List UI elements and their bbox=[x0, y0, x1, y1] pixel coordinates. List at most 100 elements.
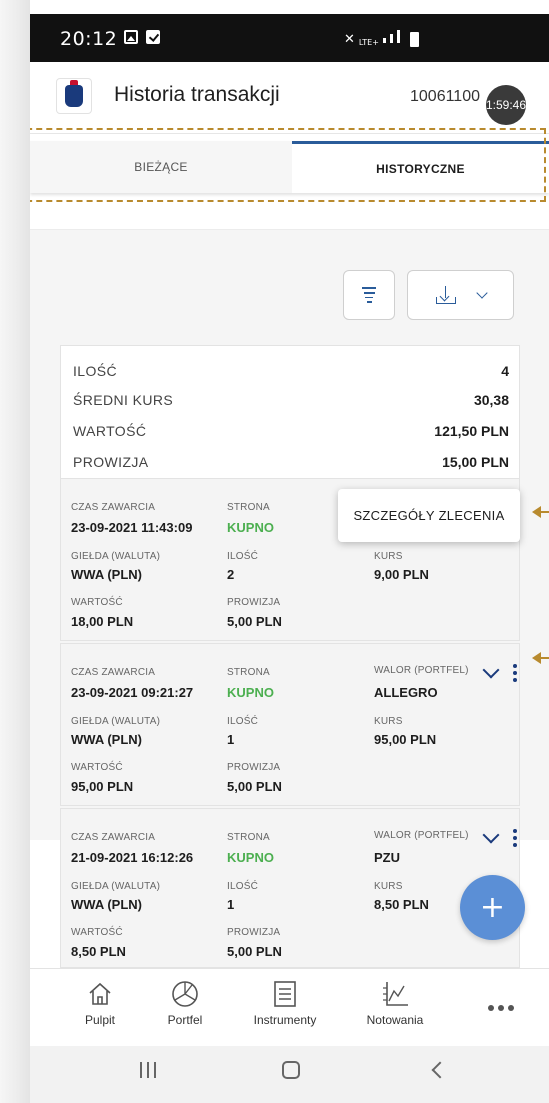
battery-icon bbox=[410, 32, 420, 47]
nav-label: Notowania bbox=[366, 1013, 424, 1027]
tab-bar: BIEŻĄCE HISTORYCZNE bbox=[30, 141, 549, 193]
label-exchange: GIEŁDA (WALUTA) bbox=[71, 551, 161, 562]
export-button[interactable] bbox=[407, 270, 514, 320]
transaction-quantity: 1 bbox=[227, 732, 235, 747]
download-icon bbox=[435, 286, 456, 304]
label-exchange: GIEŁDA (WALUTA) bbox=[71, 881, 161, 892]
more-options-icon[interactable] bbox=[513, 664, 517, 685]
label-side: STRONA bbox=[227, 667, 270, 678]
transaction-quantity: 1 bbox=[227, 897, 235, 912]
summary-row: ŚREDNI KURS 30,38 bbox=[73, 392, 509, 414]
nav-item-portfel[interactable]: Portfel bbox=[150, 969, 220, 1047]
summary-value: 4 bbox=[501, 363, 509, 379]
bottom-navigation: Pulpit Portfel Instrumenty Notowania bbox=[30, 968, 549, 1046]
transaction-time: 23-09-2021 11:43:09 bbox=[71, 520, 193, 535]
label-quantity: ILOŚĆ bbox=[227, 881, 259, 892]
nav-label: Portfel bbox=[167, 1013, 203, 1027]
summary-label: ILOŚĆ bbox=[73, 363, 118, 379]
label-commission: PROWIZJA bbox=[227, 597, 281, 608]
nav-item-pulpit[interactable]: Pulpit bbox=[70, 969, 130, 1047]
pie-chart-icon bbox=[172, 981, 198, 1007]
home-icon bbox=[89, 982, 111, 1005]
summary-value: 15,00 PLN bbox=[442, 454, 509, 470]
back-icon[interactable] bbox=[431, 1061, 449, 1079]
transaction-card[interactable]: CZAS ZAWARCIA 23-09-2021 09:21:27 STRONA… bbox=[60, 643, 520, 806]
transaction-time: 21-09-2021 16:12:26 bbox=[71, 850, 194, 865]
transaction-asset: PZU bbox=[374, 850, 400, 865]
recents-icon[interactable] bbox=[140, 1062, 156, 1078]
summary-panel: ILOŚĆ 4 ŚREDNI KURS 30,38 WARTOŚĆ 121,50… bbox=[60, 345, 520, 478]
more-options-icon[interactable] bbox=[513, 829, 517, 850]
status-time: 20:12 bbox=[60, 28, 118, 50]
transaction-price: 8,50 PLN bbox=[374, 897, 429, 912]
transaction-value: 8,50 PLN bbox=[71, 944, 126, 959]
network-type: LTE+ bbox=[358, 38, 379, 47]
app-bar: Historia transakcji 10061100 1:59:46 bbox=[30, 62, 549, 134]
label-price: KURS bbox=[374, 551, 403, 562]
signal-icon bbox=[382, 30, 401, 47]
summary-label: PROWIZJA bbox=[73, 454, 149, 470]
transaction-card[interactable]: CZAS ZAWARCIA 21-09-2021 16:12:26 STRONA… bbox=[60, 808, 520, 968]
filter-icon bbox=[362, 284, 376, 305]
mute-icon: ✕ bbox=[344, 32, 355, 47]
summary-value: 121,50 PLN bbox=[434, 423, 509, 439]
status-bar: 20:12 ✕ LTE+ bbox=[30, 0, 549, 62]
label-quantity: ILOŚĆ bbox=[227, 716, 259, 727]
transaction-price: 95,00 PLN bbox=[374, 732, 437, 747]
nav-item-notowania[interactable]: Notowania bbox=[350, 969, 440, 1047]
tab-current[interactable]: BIEŻĄCE bbox=[30, 141, 292, 193]
annotation-arrow-icon bbox=[532, 652, 549, 664]
tab-historical[interactable]: HISTORYCZNE bbox=[292, 141, 549, 193]
label-price: KURS bbox=[374, 716, 403, 727]
label-time: CZAS ZAWARCIA bbox=[71, 832, 156, 843]
transaction-side: KUPNO bbox=[227, 520, 274, 535]
summary-label: ŚREDNI KURS bbox=[73, 392, 174, 408]
chevron-down-icon[interactable] bbox=[482, 661, 500, 679]
image-notification-icon bbox=[124, 30, 138, 44]
page-title: Historia transakcji bbox=[114, 83, 280, 106]
label-side: STRONA bbox=[227, 832, 270, 843]
label-value: WARTOŚĆ bbox=[71, 762, 123, 773]
nav-label: Instrumenty bbox=[253, 1013, 317, 1027]
summary-label: WARTOŚĆ bbox=[73, 423, 147, 439]
transaction-exchange: WWA (PLN) bbox=[71, 897, 142, 912]
account-number[interactable]: 10061100 bbox=[410, 88, 480, 106]
label-side: STRONA bbox=[227, 502, 270, 513]
transaction-commission: 5,00 PLN bbox=[227, 944, 282, 959]
label-value: WARTOŚĆ bbox=[71, 597, 123, 608]
transaction-value: 18,00 PLN bbox=[71, 614, 134, 629]
check-notification-icon bbox=[146, 30, 160, 44]
filter-button[interactable] bbox=[343, 270, 395, 320]
system-navigation-bar bbox=[30, 1046, 549, 1103]
summary-row: ILOŚĆ 4 bbox=[73, 363, 509, 385]
more-dots-icon[interactable] bbox=[488, 1005, 514, 1011]
transaction-exchange: WWA (PLN) bbox=[71, 567, 142, 582]
transaction-quantity: 2 bbox=[227, 567, 235, 582]
home-button-icon[interactable] bbox=[282, 1061, 300, 1079]
status-indicators: ✕ LTE+ bbox=[344, 30, 420, 47]
transaction-commission: 5,00 PLN bbox=[227, 779, 282, 794]
label-asset: WALOR (PORTFEL) bbox=[374, 665, 469, 676]
label-price: KURS bbox=[374, 881, 403, 892]
label-exchange: GIEŁDA (WALUTA) bbox=[71, 716, 161, 727]
session-timer[interactable]: 1:59:46 bbox=[486, 85, 526, 125]
transaction-side: KUPNO bbox=[227, 685, 274, 700]
add-fab-button[interactable]: + bbox=[460, 875, 525, 940]
label-commission: PROWIZJA bbox=[227, 762, 281, 773]
device-bezel-left bbox=[0, 0, 30, 1103]
summary-row: PROWIZJA 15,00 PLN bbox=[73, 454, 509, 476]
order-details-menu-item[interactable]: SZCZEGÓŁY ZLECENIA bbox=[338, 489, 520, 542]
transaction-time: 23-09-2021 09:21:27 bbox=[71, 685, 194, 700]
transaction-asset: ALLEGRO bbox=[374, 685, 438, 700]
label-commission: PROWIZJA bbox=[227, 927, 281, 938]
summary-row: WARTOŚĆ 121,50 PLN bbox=[73, 423, 509, 445]
bank-logo-icon[interactable] bbox=[56, 78, 92, 114]
line-chart-icon bbox=[383, 982, 408, 1006]
label-quantity: ILOŚĆ bbox=[227, 551, 259, 562]
chevron-down-icon[interactable] bbox=[482, 826, 500, 844]
nav-item-instrumenty[interactable]: Instrumenty bbox=[235, 969, 335, 1047]
label-asset: WALOR (PORTFEL) bbox=[374, 830, 469, 841]
transaction-commission: 5,00 PLN bbox=[227, 614, 282, 629]
list-document-icon bbox=[274, 981, 296, 1007]
summary-value: 30,38 bbox=[473, 392, 509, 408]
